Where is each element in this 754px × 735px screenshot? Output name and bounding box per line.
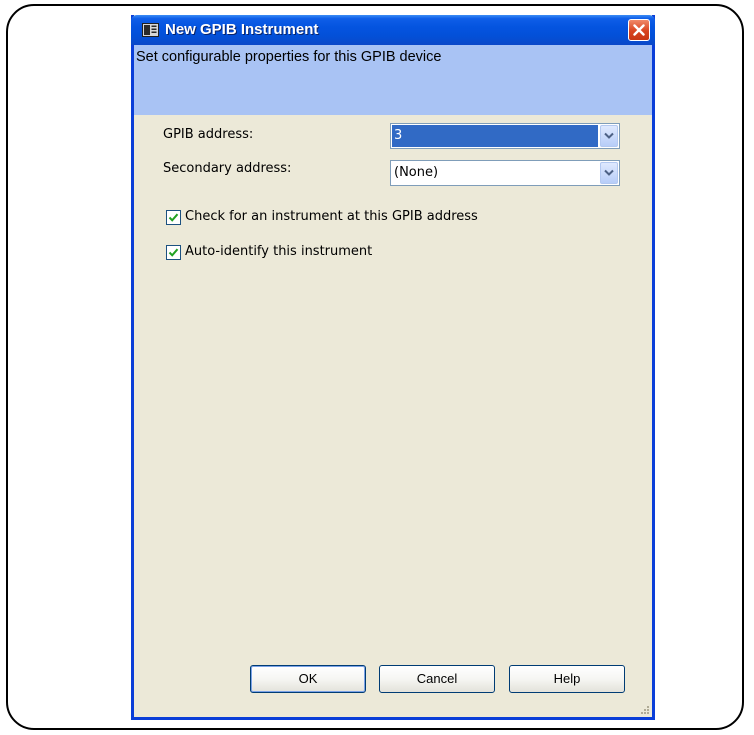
secondary-address-dropdown-button[interactable] [600, 162, 618, 184]
cancel-button[interactable]: Cancel [379, 665, 495, 693]
gpib-address-value: 3 [392, 125, 598, 147]
auto-identify-label[interactable]: Auto-identify this instrument [185, 244, 372, 259]
chevron-down-icon [604, 169, 614, 176]
checkmark-icon [168, 213, 179, 222]
title-bar[interactable]: New GPIB Instrument [131, 15, 655, 45]
checkbox-box[interactable] [166, 210, 181, 225]
secondary-address-label: Secondary address: [163, 161, 292, 176]
checkmark-icon [168, 248, 179, 257]
instrument-icon [142, 23, 159, 37]
chevron-down-icon [604, 132, 614, 139]
resize-grip-icon[interactable] [640, 705, 650, 715]
check-instrument-label[interactable]: Check for an instrument at this GPIB add… [185, 209, 478, 224]
secondary-address-select[interactable]: (None) [390, 160, 620, 186]
checkbox-box[interactable] [166, 245, 181, 260]
secondary-address-value: (None) [394, 165, 439, 180]
close-button[interactable] [628, 19, 650, 41]
close-icon [633, 24, 645, 36]
dialog-window: New GPIB Instrument Set configurable pro… [131, 15, 655, 720]
gpib-address-select[interactable]: 3 [390, 123, 620, 149]
window-title: New GPIB Instrument [165, 21, 319, 38]
gpib-address-dropdown-button[interactable] [600, 125, 618, 147]
header-description: Set configurable properties for this GPI… [136, 49, 442, 65]
gpib-address-label: GPIB address: [163, 127, 254, 142]
header-band: Set configurable properties for this GPI… [134, 45, 652, 115]
help-button[interactable]: Help [509, 665, 625, 693]
ok-button[interactable]: OK [250, 665, 366, 693]
